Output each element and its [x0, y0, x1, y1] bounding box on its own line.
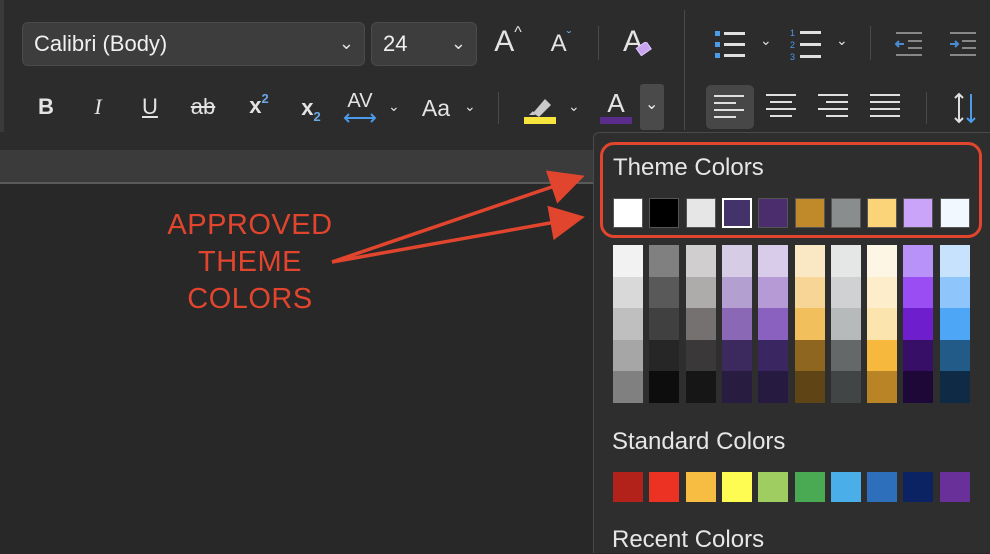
standard-color-swatch[interactable]	[613, 472, 643, 502]
theme-shade-swatch[interactable]	[939, 371, 970, 404]
theme-shade-swatch[interactable]	[649, 276, 680, 309]
theme-colors-highlight-box	[600, 142, 982, 238]
theme-shade-swatch[interactable]	[794, 245, 825, 277]
theme-shade-swatch[interactable]	[613, 245, 643, 277]
standard-color-swatch[interactable]	[649, 472, 680, 502]
theme-shade-swatch[interactable]	[721, 245, 752, 277]
standard-color-swatch[interactable]	[939, 472, 970, 502]
arrow-to-theme-row	[331, 205, 585, 264]
theme-shade-swatch[interactable]	[903, 371, 934, 404]
theme-shade-swatch[interactable]	[939, 308, 970, 341]
theme-shade-swatch[interactable]	[903, 308, 934, 341]
theme-shade-swatch[interactable]	[939, 245, 970, 277]
theme-shade-swatch[interactable]	[613, 371, 643, 404]
theme-shade-swatch[interactable]	[685, 308, 716, 341]
theme-shade-swatch[interactable]	[649, 371, 680, 404]
theme-shade-swatch[interactable]	[867, 245, 898, 277]
theme-shade-swatch[interactable]	[613, 339, 643, 372]
theme-shade-swatch[interactable]	[613, 308, 643, 341]
theme-shade-swatch[interactable]	[613, 276, 643, 309]
theme-shade-swatch[interactable]	[830, 371, 861, 404]
theme-shade-swatch[interactable]	[758, 371, 789, 404]
theme-shade-swatch[interactable]	[903, 339, 934, 372]
standard-colors-heading: Standard Colors	[612, 428, 786, 455]
standard-color-swatch[interactable]	[685, 472, 716, 502]
theme-shade-swatch[interactable]	[649, 339, 680, 372]
theme-shade-swatch[interactable]	[830, 339, 861, 372]
standard-color-swatch[interactable]	[721, 472, 752, 502]
theme-shade-swatch[interactable]	[867, 371, 898, 404]
theme-shade-swatch[interactable]	[794, 308, 825, 341]
standard-color-swatch[interactable]	[794, 472, 825, 502]
theme-shade-swatch[interactable]	[758, 276, 789, 309]
theme-shade-swatch[interactable]	[721, 308, 752, 341]
theme-shade-swatch[interactable]	[758, 308, 789, 341]
theme-shade-swatch[interactable]	[685, 339, 716, 372]
theme-shade-swatch[interactable]	[685, 371, 716, 404]
standard-color-swatch[interactable]	[830, 472, 861, 502]
theme-shade-swatch[interactable]	[758, 245, 789, 277]
theme-shade-swatch[interactable]	[830, 245, 861, 277]
theme-shade-swatch[interactable]	[685, 245, 716, 277]
standard-color-swatch[interactable]	[903, 472, 934, 502]
theme-shade-swatch[interactable]	[867, 308, 898, 341]
theme-shade-swatch[interactable]	[721, 371, 752, 404]
standard-color-swatch[interactable]	[867, 472, 898, 502]
theme-shade-swatch[interactable]	[721, 339, 752, 372]
arrow-to-theme-title	[331, 170, 585, 264]
theme-shade-swatch[interactable]	[903, 276, 934, 309]
theme-shade-swatch[interactable]	[794, 276, 825, 309]
recent-colors-heading: Recent Colors	[612, 526, 765, 553]
theme-shade-swatch[interactable]	[867, 276, 898, 309]
theme-shade-swatch[interactable]	[867, 339, 898, 372]
theme-shade-swatch[interactable]	[830, 308, 861, 341]
theme-shade-swatch[interactable]	[649, 308, 680, 341]
theme-shade-swatch[interactable]	[830, 276, 861, 309]
theme-shade-swatch[interactable]	[758, 339, 789, 372]
theme-shade-swatch[interactable]	[685, 276, 716, 309]
theme-shade-swatch[interactable]	[649, 245, 680, 277]
theme-shade-swatch[interactable]	[903, 245, 934, 277]
theme-shade-swatch[interactable]	[939, 276, 970, 309]
theme-shade-swatch[interactable]	[721, 276, 752, 309]
theme-shade-swatch[interactable]	[939, 339, 970, 372]
theme-shade-swatch[interactable]	[794, 339, 825, 372]
standard-color-swatch[interactable]	[758, 472, 789, 502]
theme-shade-swatch[interactable]	[794, 371, 825, 404]
